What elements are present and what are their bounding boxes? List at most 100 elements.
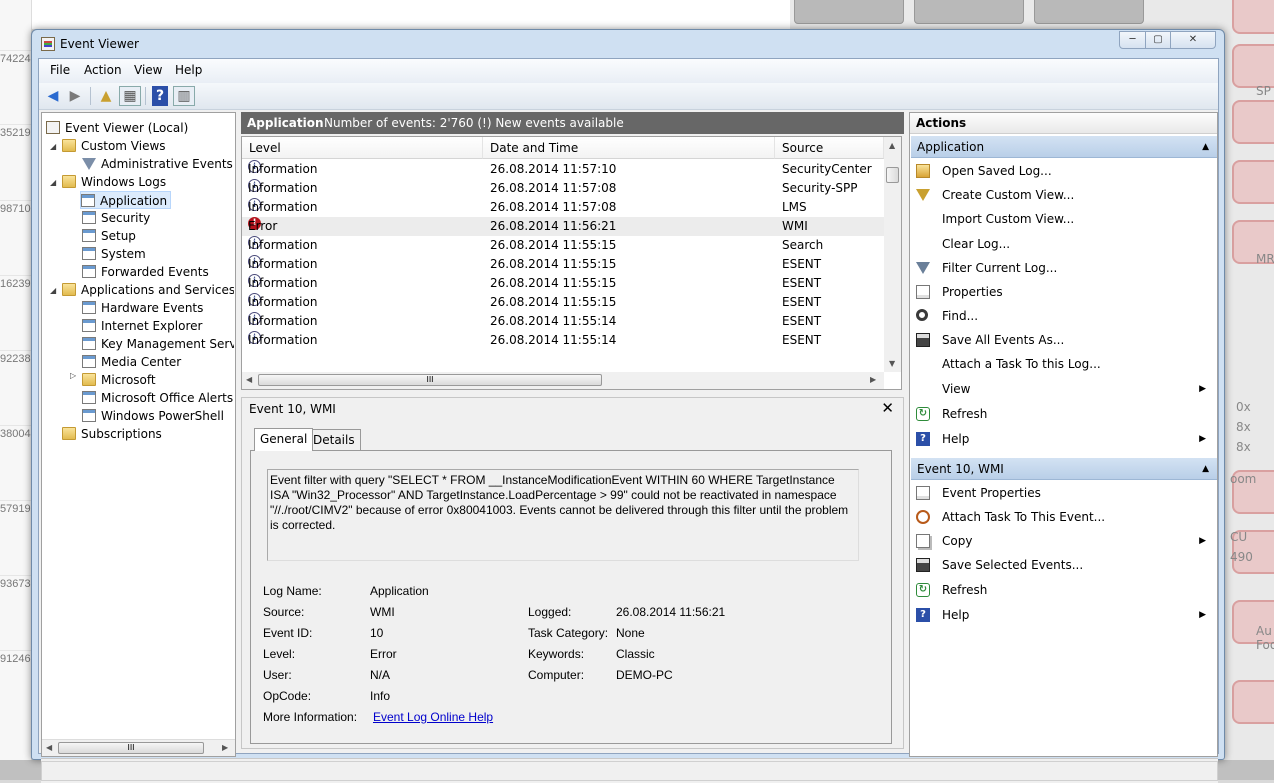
events-horizontal-scrollbar[interactable]: ◀ III ▶: [242, 372, 884, 389]
tree-item-microsoft-office-alerts[interactable]: Microsoft Office Alerts: [82, 389, 233, 407]
help-icon[interactable]: ?: [152, 86, 168, 106]
action-save-all-events[interactable]: Save All Events As...: [910, 328, 1216, 352]
action-create-custom-view[interactable]: Create Custom View...: [910, 183, 1216, 207]
table-row[interactable]: i Information 26.08.2014 11:55:15 Search: [242, 236, 884, 255]
scroll-thumb[interactable]: III: [258, 374, 602, 386]
tree-item-subscriptions[interactable]: Subscriptions: [62, 425, 162, 443]
column-header-source[interactable]: Source: [775, 137, 884, 159]
action-event-help[interactable]: ? Help ▶: [910, 603, 1216, 627]
show-hide-action-pane-icon[interactable]: ▥: [173, 86, 195, 106]
show-hide-console-tree-icon[interactable]: ▦: [119, 86, 141, 106]
log-icon: [82, 409, 96, 422]
action-view[interactable]: View ▶: [910, 377, 1216, 401]
menu-action[interactable]: Action: [84, 63, 122, 77]
event-log-online-help-link[interactable]: Event Log Online Help: [373, 710, 493, 724]
table-row[interactable]: i Information 26.08.2014 11:55:14 ESENT: [242, 312, 884, 331]
action-save-selected-events[interactable]: Save Selected Events...: [910, 553, 1216, 577]
expanded-arrow-icon[interactable]: ◢: [50, 178, 56, 187]
tree-item-media-center[interactable]: Media Center: [82, 353, 181, 371]
tree-item-security[interactable]: Security: [82, 209, 150, 227]
scroll-up-arrow-icon[interactable]: ▲: [889, 141, 895, 150]
tree-item-setup[interactable]: Setup: [82, 227, 136, 245]
value-event-id: 10: [370, 626, 384, 640]
action-properties[interactable]: Properties: [910, 280, 1216, 304]
collapse-arrow-icon[interactable]: ▲: [1202, 458, 1209, 480]
table-row[interactable]: i Information 26.08.2014 11:55:15 ESENT: [242, 293, 884, 312]
tree-item-forwarded-events[interactable]: Forwarded Events: [82, 263, 209, 281]
minimize-button[interactable]: ─: [1119, 31, 1146, 49]
scroll-thumb[interactable]: [886, 167, 899, 183]
table-row[interactable]: ! Error 26.08.2014 11:56:21 WMI: [242, 217, 884, 236]
action-clear-log[interactable]: Clear Log...: [910, 232, 1216, 256]
table-row[interactable]: i Information 26.08.2014 11:57:08 Security-…: [242, 179, 884, 198]
tree-item-applications-and-services[interactable]: Applications and Services Lo: [62, 281, 234, 299]
tree-item-administrative-events[interactable]: Administrative Events: [82, 155, 233, 173]
tree-item-microsoft[interactable]: Microsoft: [82, 371, 156, 389]
scroll-left-arrow-icon[interactable]: ◀: [246, 375, 252, 384]
value-log-name: Application: [370, 584, 429, 598]
table-row[interactable]: i Information 26.08.2014 11:57:10 SecurityC…: [242, 160, 884, 179]
level-text: Information: [248, 295, 318, 309]
close-detail-icon[interactable]: ✕: [881, 399, 894, 417]
tree-item-windows-powershell[interactable]: Windows PowerShell: [82, 407, 224, 425]
event-message[interactable]: Event filter with query "SELECT * FROM _…: [267, 469, 859, 561]
tree-horizontal-scrollbar[interactable]: ◀ III ▶: [42, 739, 235, 756]
expanded-arrow-icon[interactable]: ◢: [50, 286, 56, 295]
collapsed-arrow-icon[interactable]: ▷: [70, 371, 76, 380]
status-bar-cell: [41, 761, 1218, 781]
tree-item-windows-logs[interactable]: Windows Logs: [62, 173, 166, 191]
folder-icon: [62, 427, 76, 440]
up-folder-icon[interactable]: ▲: [95, 86, 117, 106]
action-attach-task-to-log[interactable]: Attach a Task To this Log...: [910, 352, 1216, 376]
events-vertical-scrollbar[interactable]: ▲ ▼: [884, 137, 901, 372]
action-refresh[interactable]: ↻ Refresh: [910, 402, 1216, 426]
expanded-arrow-icon[interactable]: ◢: [50, 142, 56, 151]
tree-item-system[interactable]: System: [82, 245, 146, 263]
tree-item-custom-views[interactable]: Custom Views: [62, 137, 166, 155]
event-detail-title: Event 10, WMI: [249, 402, 336, 416]
table-row[interactable]: i Information 26.08.2014 11:57:08 LMS: [242, 198, 884, 217]
label-opcode: OpCode:: [263, 689, 312, 703]
label-keywords: Keywords:: [528, 647, 585, 661]
forward-arrow-icon[interactable]: ▶: [64, 86, 86, 106]
close-button[interactable]: ✕: [1170, 31, 1216, 49]
table-row[interactable]: i Information 26.08.2014 11:55:15 ESENT: [242, 274, 884, 293]
maximize-button[interactable]: ▢: [1145, 31, 1171, 49]
tree-item-event-viewer-local[interactable]: Event Viewer (Local): [46, 119, 188, 137]
tree-item-label: System: [101, 247, 146, 261]
tab-details[interactable]: Details: [307, 429, 361, 451]
tree-item-label: Windows PowerShell: [101, 409, 224, 423]
action-copy[interactable]: Copy ▶: [910, 529, 1216, 553]
action-open-saved-log[interactable]: Open Saved Log...: [910, 159, 1216, 183]
action-filter-current-log[interactable]: Filter Current Log...: [910, 256, 1216, 280]
scroll-down-arrow-icon[interactable]: ▼: [889, 359, 895, 368]
scroll-thumb[interactable]: III: [58, 742, 204, 754]
background-number: 74224: [0, 50, 32, 65]
collapse-arrow-icon[interactable]: ▲: [1202, 136, 1209, 158]
tree-item-key-management-service[interactable]: Key Management Service: [82, 335, 234, 353]
action-attach-task-to-event[interactable]: Attach Task To This Event...: [910, 505, 1216, 529]
scroll-right-arrow-icon[interactable]: ▶: [222, 743, 228, 752]
action-import-custom-view[interactable]: Import Custom View...: [910, 207, 1216, 231]
column-header-level[interactable]: Level: [242, 137, 483, 159]
back-arrow-icon[interactable]: ◀: [42, 86, 64, 106]
actions-group-event[interactable]: Event 10, WMI ▲: [911, 458, 1217, 480]
action-help[interactable]: ? Help ▶: [910, 427, 1216, 451]
table-row[interactable]: i Information 26.08.2014 11:55:15 ESENT: [242, 255, 884, 274]
tree-item-internet-explorer[interactable]: Internet Explorer: [82, 317, 202, 335]
actions-group-application[interactable]: Application ▲: [911, 136, 1217, 158]
column-header-date-time[interactable]: Date and Time: [483, 137, 775, 159]
menu-file[interactable]: File: [50, 63, 70, 77]
tree-item-hardware-events[interactable]: Hardware Events: [82, 299, 203, 317]
action-event-refresh[interactable]: ↻ Refresh: [910, 578, 1216, 602]
action-event-properties[interactable]: Event Properties: [910, 481, 1216, 505]
tab-general[interactable]: General: [254, 428, 314, 451]
table-row[interactable]: i Information 26.08.2014 11:55:14 ESENT: [242, 331, 884, 350]
title-bar[interactable]: Event Viewer ─ ▢ ✕: [32, 30, 1224, 58]
action-find[interactable]: Find...: [910, 304, 1216, 328]
tree-item-application[interactable]: Application: [80, 191, 172, 209]
scroll-left-arrow-icon[interactable]: ◀: [46, 743, 52, 752]
menu-help[interactable]: Help: [175, 63, 202, 77]
menu-view[interactable]: View: [134, 63, 162, 77]
scroll-right-arrow-icon[interactable]: ▶: [870, 375, 876, 384]
